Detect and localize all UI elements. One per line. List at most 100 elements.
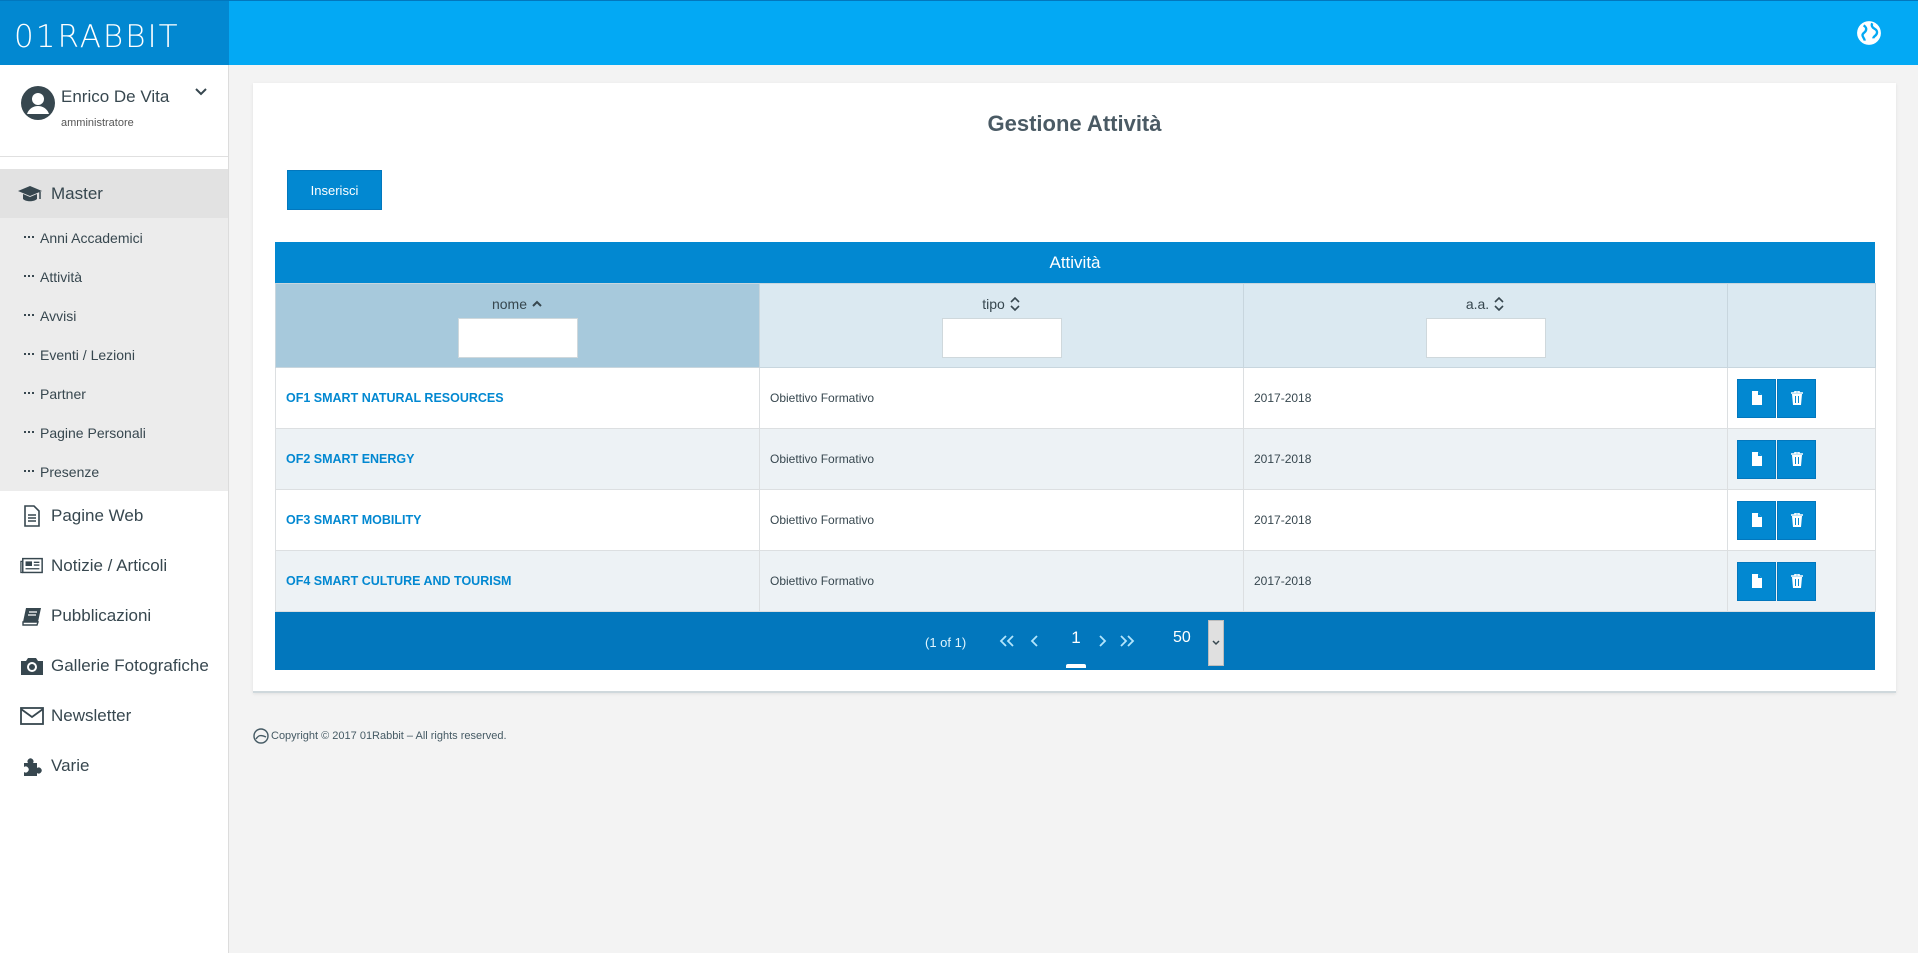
table-row[interactable]: OF4 SMART CULTURE AND TOURISM Obiettivo …	[275, 550, 1876, 612]
paginator-report: (1 of 1)	[925, 635, 967, 650]
first-page-button[interactable]	[997, 631, 1017, 651]
sidebar-subitem-label: Pagine Personali	[40, 424, 146, 441]
table-caption: Attività	[275, 242, 1875, 283]
delete-button[interactable]	[1777, 561, 1816, 601]
sidebar-subitem-label: Eventi / Lezioni	[40, 346, 135, 363]
insert-button[interactable]: Inserisci	[287, 170, 382, 210]
column-header-nome[interactable]: nome	[275, 283, 760, 368]
sidebar-subitem-avvisi[interactable]: Avvisi	[0, 296, 228, 335]
document-icon	[24, 505, 40, 527]
sidebar-item-label: Gallerie Fotografiche	[51, 656, 209, 675]
sidebar-item-newsletter[interactable]: Newsletter	[0, 691, 228, 741]
document-icon	[1751, 452, 1762, 466]
camera-icon	[21, 658, 43, 675]
sidebar-item-pubblicazioni[interactable]: Pubblicazioni	[0, 591, 228, 641]
sidebar-item-label: Notizie / Articoli	[51, 556, 168, 575]
sidebar-item-pagine-web[interactable]: Pagine Web	[0, 491, 228, 541]
chevron-down-icon[interactable]	[194, 85, 208, 99]
sidebar-item-gallerie-fotografiche[interactable]: Gallerie Fotografiche	[0, 641, 228, 691]
cell-nome[interactable]: OF2 SMART ENERGY	[275, 428, 760, 490]
sidebar-subitem-partner[interactable]: Partner	[0, 374, 228, 413]
view-button[interactable]	[1737, 439, 1776, 479]
globe-icon[interactable]	[1856, 20, 1882, 46]
book-icon	[22, 608, 41, 626]
page-1-button[interactable]: 1	[1065, 628, 1087, 648]
footer: Copyright © 2017 01Rabbit – All rights r…	[253, 728, 507, 744]
column-label: tipo	[982, 296, 1005, 312]
cell-actions	[1727, 428, 1876, 490]
envelope-icon	[20, 707, 44, 725]
table-row[interactable]: OF1 SMART NATURAL RESOURCES Obiettivo Fo…	[275, 367, 1876, 429]
document-icon	[1751, 513, 1762, 527]
sidebar-item-notizie-articoli[interactable]: Notizie / Articoli	[0, 541, 228, 591]
sidebar-subitem-anni-accademici[interactable]: Anni Accademici	[0, 218, 228, 257]
dash-icon	[24, 236, 34, 239]
table-row[interactable]: OF2 SMART ENERGY Obiettivo Formativo 201…	[275, 428, 1876, 490]
delete-button[interactable]	[1777, 500, 1816, 540]
logo-small-icon	[253, 728, 269, 744]
cell-nome[interactable]: OF4 SMART CULTURE AND TOURISM	[275, 550, 760, 612]
table-row[interactable]: OF3 SMART MOBILITY Obiettivo Formativo 2…	[275, 489, 1876, 551]
filter-input-nome[interactable]	[457, 318, 578, 358]
copyright-text: Copyright © 2017 01Rabbit – All rights r…	[271, 730, 507, 742]
trash-icon	[1790, 391, 1803, 405]
next-page-button[interactable]	[1092, 631, 1112, 651]
sidebar-subitem-eventi-lezioni[interactable]: Eventi / Lezioni	[0, 335, 228, 374]
chevron-right-icon	[1099, 635, 1107, 647]
cell-aa: 2017-2018	[1243, 489, 1728, 551]
sidebar-item-label: Varie	[51, 756, 90, 775]
column-header-tipo[interactable]: tipo	[759, 283, 1244, 368]
cell-aa: 2017-2018	[1243, 367, 1728, 429]
user-avatar-icon	[21, 86, 55, 120]
sidebar-item-varie[interactable]: Varie	[0, 741, 228, 791]
sidebar-item-master[interactable]: Master	[0, 169, 228, 218]
cell-aa: 2017-2018	[1243, 550, 1728, 612]
sidebar-subitem-attivita[interactable]: Attività	[0, 257, 228, 296]
dash-icon	[24, 353, 34, 356]
column-header-actions	[1727, 283, 1876, 368]
sidebar-item-label: Pagine Web	[51, 506, 144, 525]
logo[interactable]: 01RABBIT	[0, 1, 229, 66]
cell-nome[interactable]: OF3 SMART MOBILITY	[275, 489, 760, 551]
dash-icon	[24, 392, 34, 395]
menu-group-master: Master Anni Accademici Attività Avvisi E…	[0, 169, 228, 491]
rows-per-page-value[interactable]: 50	[1173, 629, 1191, 647]
filter-input-aa[interactable]	[1425, 318, 1546, 358]
double-chevron-left-icon	[999, 635, 1014, 647]
top-bar: 01RABBIT	[0, 0, 1918, 66]
sidebar-subitem-label: Presenze	[40, 463, 100, 480]
user-profile[interactable]: Enrico De Vita amministratore	[0, 65, 228, 157]
column-label: nome	[491, 296, 528, 312]
sidebar-subitem-label: Partner	[40, 385, 86, 402]
view-button[interactable]	[1737, 561, 1776, 601]
view-button[interactable]	[1737, 378, 1776, 418]
delete-button[interactable]	[1777, 378, 1816, 418]
cell-actions	[1727, 550, 1876, 612]
view-button[interactable]	[1737, 500, 1776, 540]
activities-table: Attività nome tipo a.a. OF1 SMART NATURA…	[275, 242, 1876, 670]
filter-input-tipo[interactable]	[941, 318, 1062, 358]
puzzle-icon	[24, 758, 42, 776]
dash-icon	[24, 470, 34, 473]
delete-button[interactable]	[1777, 439, 1816, 479]
sidebar-subitem-pagine-personali[interactable]: Pagine Personali	[0, 413, 228, 452]
sort-ascending-icon	[532, 300, 542, 307]
newspaper-icon	[20, 557, 43, 574]
sidebar-item-label: Pubblicazioni	[51, 606, 152, 625]
cell-nome[interactable]: OF1 SMART NATURAL RESOURCES	[275, 367, 760, 429]
graduation-cap-icon	[18, 185, 42, 201]
rows-per-page-dropdown[interactable]	[1208, 620, 1224, 666]
double-chevron-right-icon	[1120, 635, 1135, 647]
column-header-aa[interactable]: a.a.	[1243, 283, 1728, 368]
chevron-left-icon	[1030, 635, 1038, 647]
logo-text: 01RABBIT	[14, 19, 180, 55]
active-page-indicator	[1066, 664, 1086, 668]
sidebar: Enrico De Vita amministratore Master Ann…	[0, 65, 229, 953]
cell-actions	[1727, 367, 1876, 429]
sidebar-subitem-presenze[interactable]: Presenze	[0, 452, 228, 491]
trash-icon	[1790, 574, 1803, 588]
prev-page-button[interactable]	[1025, 631, 1045, 651]
dash-icon	[24, 314, 34, 317]
sidebar-subitem-label: Anni Accademici	[40, 229, 143, 246]
last-page-button[interactable]	[1117, 631, 1137, 651]
